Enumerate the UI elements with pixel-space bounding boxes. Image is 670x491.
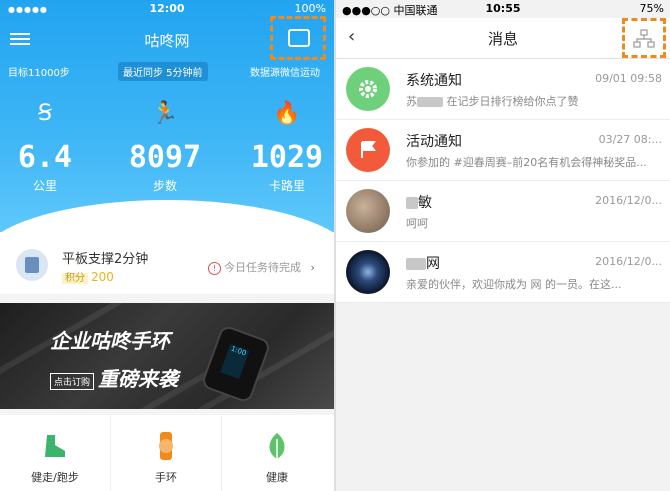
wristband-image: 1:00 [200,324,272,404]
message-row[interactable]: 系统通知 09/01 09:58 苏 在记步日排行榜给你点了赞 [336,59,670,120]
banner-subheadline: 重磅来袭 [98,367,178,391]
distance-icon: Ꞩ [38,101,52,126]
tab-label: 手环 [155,471,177,484]
runner-icon: 🏃 [151,101,179,126]
org-chart-icon [633,29,655,48]
galaxy-avatar [346,250,390,294]
stat-calories: 🔥 1029 卡路里 [232,100,334,194]
battery-level: 100% [294,2,326,15]
message-preview: 呵呵 [406,217,428,230]
message-preview: 你参加的 #迎春周赛–前20名有机会得神秘奖品... [406,156,647,169]
shoe-icon [41,431,69,461]
promo-banner[interactable]: 企业咕咚手环 点击订购 重磅来袭 1:00 [0,303,334,409]
daily-task[interactable]: 平板支撑2分钟 积分 200 ! 今日任务待完成 › [0,238,334,294]
leaf-icon [263,431,291,461]
task-status-text: 今日任务待完成 [224,261,301,274]
stat-value: 8097 [128,140,202,175]
status-bar: ●●●○○ 中国联通 10:55 75% [336,2,670,18]
message-list: 系统通知 09/01 09:58 苏 在记步日排行榜给你点了赞 活动通知 03/… [336,59,670,303]
message-title: 活动通知 [406,134,462,150]
page-title: 消息 [487,30,518,48]
task-title: 平板支撑2分钟 [62,252,149,267]
message-row[interactable]: 活动通知 03/27 08:... 你参加的 #迎春周赛–前20名有机会得神秘奖… [336,120,670,181]
points-value: 200 [91,270,114,284]
gear-icon [346,67,390,111]
message-date: 09/01 09:58 [595,72,662,85]
task-status: ! 今日任务待完成 › [208,259,315,275]
stat-steps: 🏃 8097 步数 [110,100,220,194]
left-screen: ●●●●● 12:00 100% 咕咚网 目标11000步 最近同步 5分钟前 … [0,0,334,491]
battery-level: 75% [639,2,664,15]
status-time: 12:00 [149,2,185,15]
step-goal: 目标11000步 [8,68,70,79]
flame-icon: 🔥 [273,101,301,126]
warning-icon: ! [208,262,221,275]
chat-bubble-icon [288,29,310,47]
points-tag: 积分 [62,273,88,284]
nav-bar: ‹ 消息 [336,18,670,59]
photo-avatar [346,189,390,233]
stat-value: 6.4 [17,140,73,175]
right-screen: ●●●○○ 中国联通 10:55 75% ‹ 消息 系统通知 09/01 09:… [336,0,670,491]
message-button[interactable] [270,16,326,60]
contacts-org-button[interactable] [622,18,666,58]
tab-health[interactable]: 健康 [222,415,332,491]
band-icon [152,431,180,461]
stat-value: 1029 [250,140,324,175]
tab-walk-run[interactable]: 健走/跑步 [0,415,111,491]
message-date: 2016/12/0... [595,255,662,268]
message-row[interactable]: 网 2016/12/0... 亲爱的伙伴，欢迎你成为 网 的一员。在这... [336,242,670,303]
message-title: 系统通知 [406,73,462,89]
message-title: 敏 [406,192,432,212]
activity-header: ●●●●● 12:00 100% 咕咚网 目标11000步 最近同步 5分钟前 … [0,0,334,260]
chevron-right-icon: › [310,261,315,274]
task-icon [16,249,48,281]
tab-label: 健康 [266,471,288,484]
stat-distance: Ꞩ 6.4 公里 [0,100,100,194]
stat-label: 卡路里 [268,179,305,193]
tab-band[interactable]: 手环 [111,415,222,491]
message-date: 03/27 08:... [598,133,662,146]
band-screen: 1:00 [220,343,250,379]
feature-tabs: 健走/跑步 手环 健康 [0,415,334,491]
message-date: 2016/12/0... [595,194,662,207]
message-preview: 亲爱的伙伴，欢迎你成为 网 的一员。在这... [406,278,622,291]
stat-label: 公里 [32,179,57,193]
banner-headline: 企业咕咚手环 [50,329,170,353]
status-time: 10:55 [485,2,521,15]
message-preview: 苏 在记步日排行榜给你点了赞 [406,95,579,108]
order-button[interactable]: 点击订购 [50,373,95,390]
sync-status: 最近同步 5分钟前 [118,62,208,81]
stat-label: 步数 [152,179,177,193]
task-points: 积分 200 [62,269,114,284]
message-title: 网 [406,253,440,273]
message-row[interactable]: 敏 2016/12/0... 呵呵 [336,181,670,242]
data-source: 数据源微信运动 [250,68,320,79]
tab-label: 健走/跑步 [31,471,79,484]
flag-icon [346,128,390,172]
